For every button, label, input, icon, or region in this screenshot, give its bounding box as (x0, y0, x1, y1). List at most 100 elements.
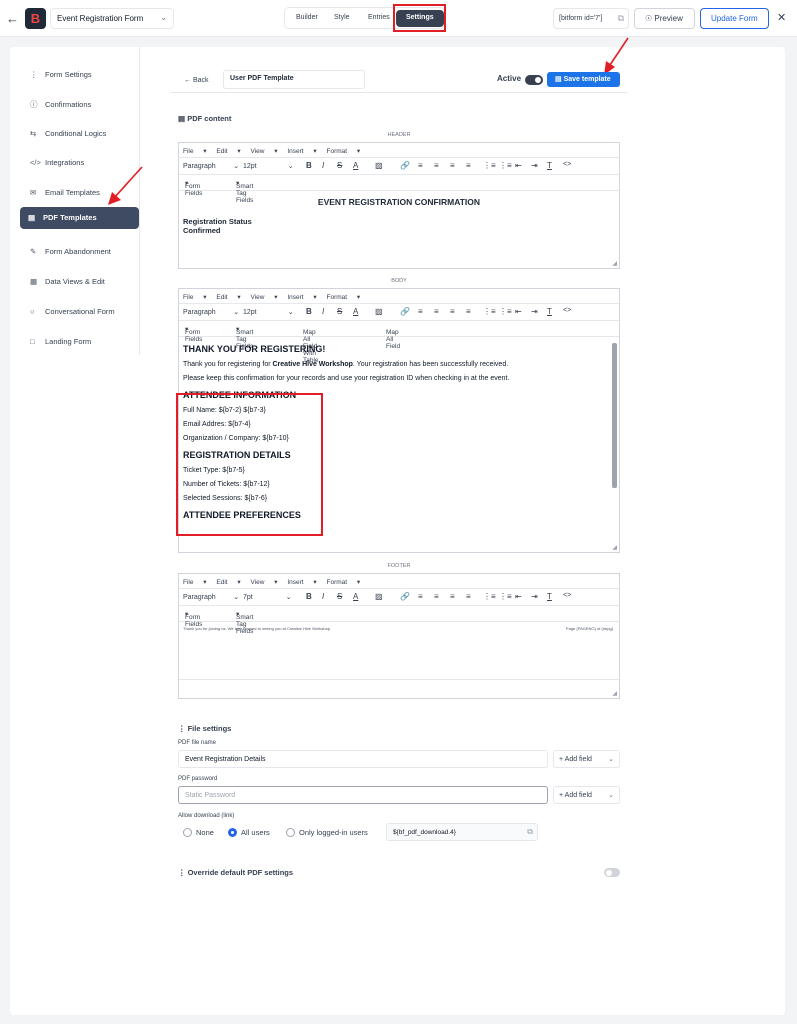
footer-editor[interactable]: File ▾ Edit ▾ View ▾ Insert ▾ Format ▾ P… (178, 573, 620, 699)
menu-file[interactable]: File ▾ (183, 148, 207, 155)
justify-icon[interactable]: ≡ (466, 307, 471, 316)
tab-entries[interactable]: Entries (368, 14, 390, 21)
highlight-icon[interactable]: ▨ (375, 161, 383, 170)
link-icon[interactable]: 🔗 (400, 307, 410, 316)
source-code-icon[interactable]: <> (563, 161, 571, 168)
template-name-input[interactable]: User PDF Template (223, 70, 365, 89)
indent-icon[interactable]: ⇥ (531, 307, 538, 316)
strikethrough-icon[interactable]: S (337, 307, 342, 316)
align-right-icon[interactable]: ≡ (450, 161, 455, 170)
tab-style[interactable]: Style (334, 14, 350, 21)
indent-icon[interactable]: ⇥ (531, 161, 538, 170)
sidebar-item-conversational-form[interactable]: ○ Conversational Form (22, 301, 130, 323)
sidebar-item-landing-form[interactable]: □ Landing Form (22, 331, 130, 353)
active-toggle[interactable] (525, 75, 543, 85)
outdent-icon[interactable]: ⇤ (515, 592, 522, 601)
bullet-list-icon[interactable]: ⋮≡ (499, 592, 512, 601)
add-field-dropdown[interactable]: + Add field ⌄ (553, 750, 620, 768)
override-toggle[interactable] (604, 868, 620, 877)
menu-edit[interactable]: Edit ▾ (216, 579, 240, 586)
justify-icon[interactable]: ≡ (466, 592, 471, 601)
sidebar-item-pdf-templates[interactable]: ▤ PDF Templates (20, 207, 139, 229)
source-code-icon[interactable]: <> (563, 592, 571, 599)
smart-tag-dropdown[interactable]: Smart Tag Fields ▾ (236, 179, 253, 204)
menu-format[interactable]: Format ▾ (327, 579, 361, 586)
footer-editor-body[interactable]: Thank you for joining us. We look forwar… (179, 622, 619, 680)
paragraph-select[interactable]: Paragraph ⌄ (183, 593, 239, 601)
bold-icon[interactable]: B (306, 592, 312, 601)
sidebar-item-data-views[interactable]: ▦ Data Views & Edit (22, 271, 130, 293)
menu-view[interactable]: View ▾ (250, 294, 277, 301)
resize-handle-icon[interactable]: ◢ (612, 544, 617, 551)
menu-format[interactable]: Format ▾ (327, 294, 361, 301)
bold-icon[interactable]: B (306, 307, 312, 316)
sidebar-item-confirmations[interactable]: ⓘ Confirmations (22, 93, 130, 115)
radio-all-users[interactable]: All users (228, 828, 270, 837)
back-arrow-icon[interactable]: ← (6, 11, 19, 26)
bold-icon[interactable]: B (306, 161, 312, 170)
header-editor[interactable]: File ▾ Edit ▾ View ▾ Insert ▾ Format ▾ P… (178, 142, 620, 269)
pdf-password-input[interactable]: Static Password (178, 786, 548, 804)
editor-scrollbar[interactable] (612, 343, 617, 488)
font-size-select[interactable]: 7pt ⌄ (243, 593, 292, 601)
text-color-icon[interactable]: A (353, 161, 358, 170)
form-fields-dropdown[interactable]: Form Fields ▾ (185, 610, 202, 628)
clear-format-icon[interactable]: T (547, 307, 552, 316)
bullet-list-icon[interactable]: ⋮≡ (499, 307, 512, 316)
paragraph-select[interactable]: Paragraph ⌄ (183, 162, 239, 170)
text-color-icon[interactable]: A (353, 307, 358, 316)
menu-edit[interactable]: Edit ▾ (216, 148, 240, 155)
resize-handle-icon[interactable]: ◢ (612, 690, 617, 697)
align-center-icon[interactable]: ≡ (434, 307, 439, 316)
justify-icon[interactable]: ≡ (466, 161, 471, 170)
numbered-list-icon[interactable]: ⋮≡ (483, 592, 496, 601)
strikethrough-icon[interactable]: S (337, 161, 342, 170)
align-right-icon[interactable]: ≡ (450, 307, 455, 316)
shortcode-field[interactable]: [bitform id='7'] ⧉ (553, 8, 629, 29)
form-fields-dropdown[interactable]: Form Fields ▾ (185, 179, 202, 197)
resize-handle-icon[interactable]: ◢ (612, 260, 617, 267)
numbered-list-icon[interactable]: ⋮≡ (483, 307, 496, 316)
paragraph-select[interactable]: Paragraph ⌄ (183, 308, 239, 316)
form-fields-dropdown[interactable]: Form Fields ▾ (185, 325, 202, 343)
menu-edit[interactable]: Edit ▾ (216, 294, 240, 301)
highlight-icon[interactable]: ▨ (375, 592, 383, 601)
form-name-select[interactable]: Event Registration Form ⌄ (50, 8, 174, 29)
outdent-icon[interactable]: ⇤ (515, 307, 522, 316)
menu-insert[interactable]: Insert ▾ (287, 579, 316, 586)
copy-icon[interactable]: ⧉ (527, 827, 533, 837)
strikethrough-icon[interactable]: S (337, 592, 342, 601)
menu-view[interactable]: View ▾ (250, 148, 277, 155)
align-center-icon[interactable]: ≡ (434, 161, 439, 170)
back-button[interactable]: ← Back (184, 77, 209, 84)
copy-icon[interactable]: ⧉ (618, 13, 624, 24)
italic-icon[interactable]: I (322, 592, 324, 601)
align-left-icon[interactable]: ≡ (418, 161, 423, 170)
indent-icon[interactable]: ⇥ (531, 592, 538, 601)
align-left-icon[interactable]: ≡ (418, 307, 423, 316)
add-field-dropdown[interactable]: + Add field ⌄ (553, 786, 620, 804)
menu-file[interactable]: File ▾ (183, 579, 207, 586)
smart-tag-dropdown[interactable]: Smart Tag Fields ▾ (236, 610, 253, 635)
clear-format-icon[interactable]: T (547, 161, 552, 170)
radio-logged-in[interactable]: Only logged-in users (286, 828, 368, 837)
align-right-icon[interactable]: ≡ (450, 592, 455, 601)
tab-builder[interactable]: Builder (296, 14, 318, 21)
sidebar-item-conditional-logics[interactable]: ⇆ Conditional Logics (22, 123, 130, 145)
highlight-icon[interactable]: ▨ (375, 307, 383, 316)
numbered-list-icon[interactable]: ⋮≡ (483, 161, 496, 170)
bullet-list-icon[interactable]: ⋮≡ (499, 161, 512, 170)
menu-insert[interactable]: Insert ▾ (287, 294, 316, 301)
preview-button[interactable]: ☉ Preview (634, 8, 695, 29)
source-code-icon[interactable]: <> (563, 307, 571, 314)
sidebar-item-form-abandonment[interactable]: ✎ Form Abandonment (22, 241, 130, 263)
font-size-select[interactable]: 12pt ⌄ (243, 162, 294, 170)
header-editor-body[interactable]: EVENT REGISTRATION CONFIRMATION Registra… (179, 191, 619, 239)
link-icon[interactable]: 🔗 (400, 161, 410, 170)
clear-format-icon[interactable]: T (547, 592, 552, 601)
link-icon[interactable]: 🔗 (400, 592, 410, 601)
menu-format[interactable]: Format ▾ (327, 148, 361, 155)
outdent-icon[interactable]: ⇤ (515, 161, 522, 170)
update-form-button[interactable]: Update Form (700, 8, 769, 29)
menu-view[interactable]: View ▾ (250, 579, 277, 586)
